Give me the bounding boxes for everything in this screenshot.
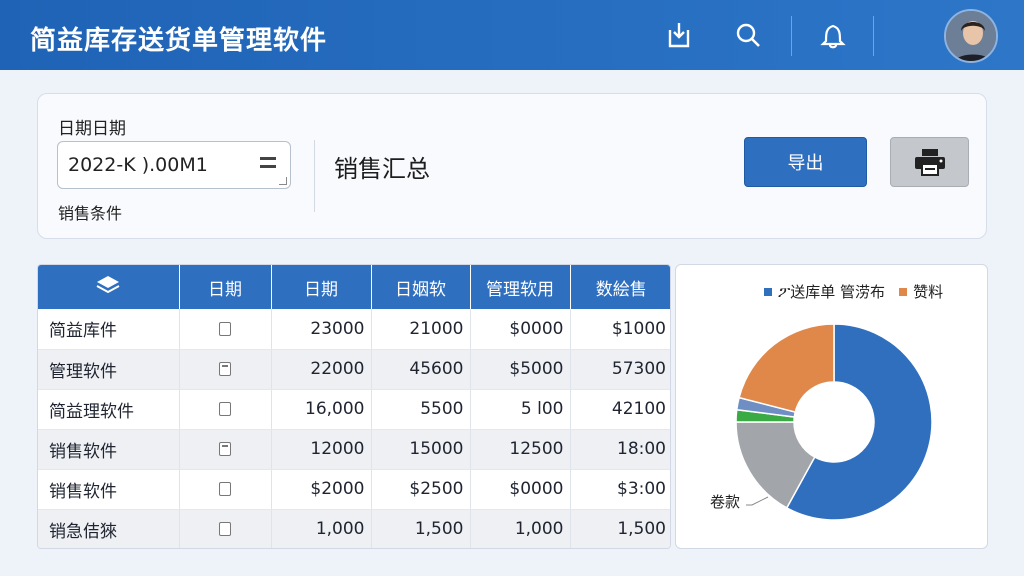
panel-divider	[314, 140, 315, 212]
row-checkbox[interactable]	[219, 321, 231, 336]
row-name-cell: 管理软件	[38, 349, 180, 390]
value-cell: 15000	[371, 429, 471, 470]
value-cell: $3:00	[570, 469, 670, 510]
top-bar: 简益库存送货单管理软件	[0, 0, 1024, 70]
row-checkbox[interactable]	[219, 402, 231, 416]
column-header[interactable]: 数絵售	[570, 265, 670, 309]
date-label: 日期日期	[58, 119, 126, 139]
value-cell: $2500	[371, 469, 471, 510]
table-row[interactable]: 销急佶猍 1,000 1,500 1,000 1,500	[38, 509, 670, 548]
date-input-value: 2022-K ).00M1	[68, 154, 208, 176]
value-cell: 57300	[570, 349, 670, 390]
column-header[interactable]: 日期	[271, 265, 372, 309]
row-name-cell: 简益理软件	[38, 389, 180, 430]
document-icon[interactable]	[219, 362, 231, 376]
layers-icon-header[interactable]	[38, 265, 180, 309]
document-icon[interactable]	[219, 442, 231, 456]
bell-icon[interactable]	[816, 18, 850, 52]
value-cell: $1000	[570, 309, 670, 350]
pie-slice[interactable]	[738, 323, 835, 413]
row-name-cell: 简益库件	[38, 309, 180, 350]
header-divider	[873, 16, 874, 56]
value-cell: $2000	[271, 469, 372, 510]
menu-icon[interactable]	[260, 157, 276, 173]
value-cell: 42100	[570, 389, 670, 430]
download-icon[interactable]	[662, 18, 696, 52]
summary-title: 销售汇总	[334, 155, 430, 183]
date-input[interactable]: 2022-K ).00M1	[57, 141, 291, 189]
table-row[interactable]: 管理软件 22000 45600 $5000 57300	[38, 349, 670, 390]
value-cell: 12500	[470, 429, 571, 470]
table-row[interactable]: 简益理软件 16,000 5500 5 l00 42100	[38, 389, 670, 430]
row-checkbox-cell	[179, 429, 272, 470]
value-cell: $5000	[470, 349, 571, 390]
row-checkbox-cell	[179, 509, 272, 548]
donut-chart: 卷款	[710, 323, 933, 521]
value-cell: 18:00	[570, 429, 670, 470]
condition-label: 销售条件	[58, 204, 123, 223]
value-cell: 22000	[271, 349, 372, 390]
value-cell: 1,000	[271, 509, 372, 548]
filter-panel: 日期日期 2022-K ).00M1 销售条件 销售汇总 导出	[37, 93, 987, 239]
table-row[interactable]: 销售软件 12000 15000 12500 18:00	[38, 429, 670, 470]
chart-card: ፖ送库单 管涝布 赞料 卷款	[675, 264, 988, 549]
header-divider	[791, 16, 792, 56]
row-checkbox[interactable]	[219, 482, 231, 496]
value-cell: 16,000	[271, 389, 372, 430]
table-row[interactable]: 销售软件 $2000 $2500 $0000 $3:00	[38, 469, 670, 510]
row-checkbox[interactable]	[219, 522, 231, 537]
row-checkbox-cell	[179, 309, 272, 350]
row-name-cell: 销售软件	[38, 429, 180, 470]
value-cell: 5 l00	[470, 389, 571, 430]
value-cell: 21000	[371, 309, 471, 350]
app-title: 简益库存送货单管理软件	[30, 26, 328, 56]
print-button[interactable]	[890, 137, 969, 187]
value-cell: 1,500	[371, 509, 471, 548]
value-cell: 1,000	[470, 509, 571, 548]
column-header[interactable]: 管理软用	[470, 265, 571, 309]
export-button[interactable]: 导出	[744, 137, 867, 187]
row-name-cell: 销售软件	[38, 469, 180, 510]
row-name-cell: 销急佶猍	[38, 509, 180, 548]
row-checkbox-cell	[179, 469, 272, 510]
value-cell: $0000	[470, 469, 571, 510]
value-cell: 12000	[271, 429, 372, 470]
resize-grip-icon	[279, 177, 287, 185]
value-cell: 45600	[371, 349, 471, 390]
value-cell: 1,500	[570, 509, 670, 548]
column-header[interactable]: 日姻软	[371, 265, 471, 309]
annotation-leader-line	[746, 496, 769, 506]
chart-annotation: 卷款	[710, 493, 740, 511]
table-row[interactable]: 简益库件 23000 21000 $0000 $1000	[38, 309, 670, 350]
user-avatar[interactable]	[944, 9, 998, 63]
layers-icon	[96, 275, 120, 293]
value-cell: $0000	[470, 309, 571, 350]
value-cell: 23000	[271, 309, 372, 350]
value-cell: 5500	[371, 389, 471, 430]
table-header-row: 日期 日期 日姻软 管理软用 数絵售	[38, 265, 670, 309]
row-checkbox-cell	[179, 349, 272, 390]
row-checkbox-cell	[179, 389, 272, 430]
sales-table: 日期 日期 日姻软 管理软用 数絵售 简益库件 23000 21000 $0000 $1…	[37, 264, 671, 549]
search-icon[interactable]	[731, 18, 765, 52]
printer-icon	[914, 149, 945, 176]
column-header[interactable]: 日期	[179, 265, 272, 309]
